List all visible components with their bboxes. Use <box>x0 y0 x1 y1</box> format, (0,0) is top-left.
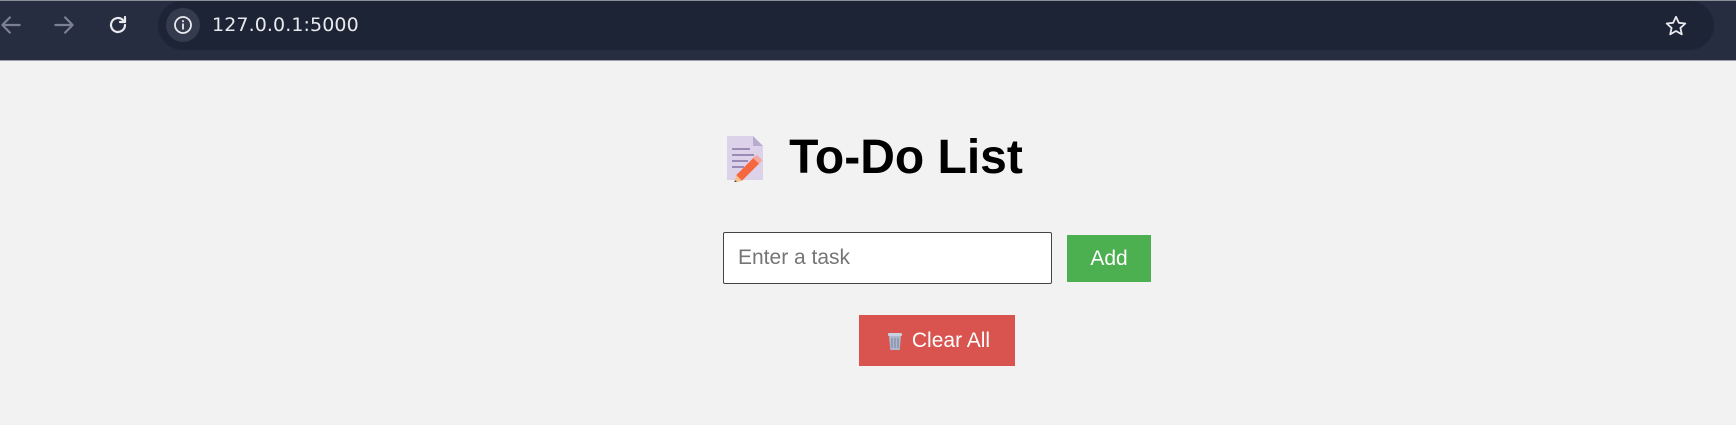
clear-all-button[interactable]: Clear All <box>859 315 1015 366</box>
address-bar[interactable]: 127.0.0.1:5000 <box>158 1 1714 50</box>
reload-button[interactable] <box>103 10 133 40</box>
site-info-button[interactable] <box>166 8 200 42</box>
page-title: To-Do List <box>789 131 1023 184</box>
back-button[interactable] <box>0 10 26 40</box>
reload-icon <box>109 15 127 34</box>
url-text[interactable]: 127.0.0.1:5000 <box>212 14 359 36</box>
forward-button[interactable] <box>49 10 79 40</box>
info-icon <box>174 16 192 34</box>
arrow-left-icon <box>1 16 21 34</box>
wastebasket-icon <box>887 332 902 350</box>
clear-all-label: Clear All <box>911 328 991 352</box>
browser-toolbar: 127.0.0.1:5000 <box>0 0 1736 61</box>
page-content: To-Do List Add Clear All <box>0 61 1736 425</box>
star-icon <box>1665 15 1687 36</box>
title-row: To-Do List <box>0 130 1736 185</box>
arrow-right-icon <box>54 16 74 34</box>
memo-icon <box>727 135 764 182</box>
add-button[interactable]: Add <box>1067 235 1151 282</box>
task-input[interactable] <box>723 232 1052 284</box>
bookmark-button[interactable] <box>1662 12 1690 40</box>
